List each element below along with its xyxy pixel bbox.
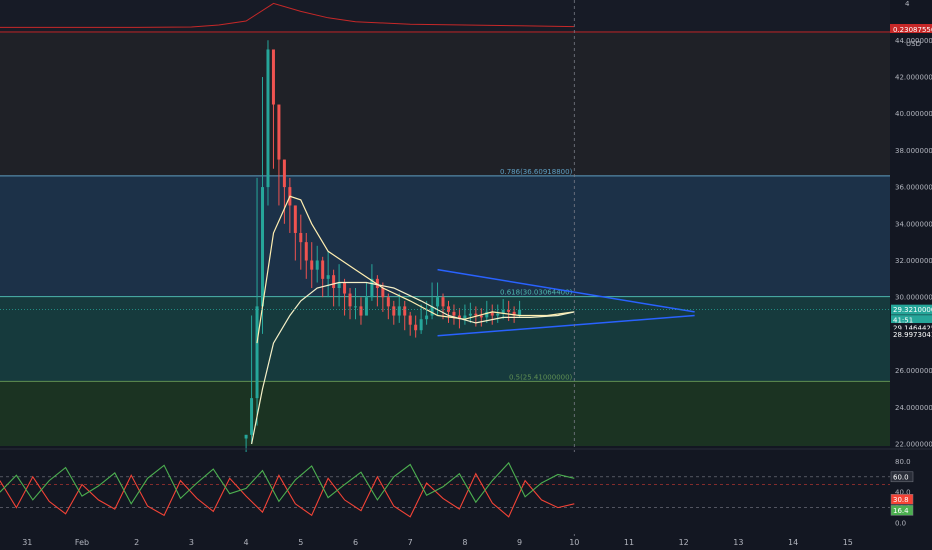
candle-body: [419, 319, 423, 331]
fib-zone-0786: [0, 175, 890, 297]
candle-body: [468, 313, 472, 316]
candle-body: [266, 49, 270, 188]
candle-body: [293, 205, 297, 233]
candle-body: [315, 260, 319, 270]
time-tick-label: 2: [134, 538, 139, 547]
time-tick-label: 14: [788, 538, 798, 547]
price-tick-label: 32.00000000: [895, 257, 932, 265]
time-tick-label: 15: [843, 538, 853, 547]
candle-body: [397, 306, 401, 316]
price-tick-label: 38.00000000: [895, 147, 932, 155]
candle-body: [425, 315, 429, 320]
candle-body: [255, 306, 259, 399]
time-tick-label: 3: [189, 538, 194, 547]
candle-body: [436, 297, 440, 307]
time-tick-label: 5: [298, 538, 303, 547]
candle-body: [479, 315, 483, 318]
candle-body: [261, 187, 265, 307]
ratio-value-tag: 0.23087556: [890, 24, 932, 34]
time-tick-label: 31: [22, 538, 32, 547]
candle-body: [441, 297, 445, 307]
price-tick-label: 36.00000000: [895, 184, 932, 192]
candle-body: [348, 293, 352, 307]
price-tick-label: 26.00000000: [895, 367, 932, 375]
candle-body: [518, 309, 522, 316]
rsi-pane-background: [0, 452, 890, 533]
candle-body: [354, 306, 357, 308]
rsi-tag-text: 30.8: [893, 496, 909, 504]
rsi-tick-label: 80.0: [895, 458, 911, 466]
price-tag: 29.32100000: [891, 304, 932, 315]
rsi-tag-text: 16.4: [893, 507, 909, 515]
candle-body: [507, 310, 511, 312]
price-axis-background: [890, 33, 932, 446]
rsi-pane[interactable]: 80.060.040.020.00.060.030.816.4: [0, 448, 932, 533]
candle-body: [304, 242, 308, 261]
price-tag-text: 28.99730417: [893, 331, 932, 339]
time-tick-label: Feb: [75, 538, 89, 547]
candle-body: [343, 282, 347, 294]
fib-zone-05: [0, 381, 890, 446]
candle-body: [332, 275, 336, 289]
time-tick-label: 6: [353, 538, 358, 547]
candle-body: [408, 315, 412, 325]
time-tick-label: 4: [244, 538, 249, 547]
rsi-tick-label: 0.0: [895, 520, 906, 528]
candle-body: [359, 306, 363, 316]
candle-body: [403, 306, 407, 316]
price-tick-label: 22.00000000: [895, 441, 932, 449]
price-tick-label: 24.00000000: [895, 404, 932, 412]
time-tick-label: 13: [733, 538, 743, 547]
time-tick-label: 7: [408, 538, 413, 547]
rsi-value-tag: 30.8: [890, 494, 914, 505]
ratio-pane[interactable]: 0.23087556: [0, 0, 932, 34]
candle-body: [326, 275, 330, 279]
candle-body: [474, 313, 478, 316]
candle-body: [414, 324, 418, 331]
price-axis[interactable]: 44.0000000042.0000000040.0000000038.0000…: [890, 33, 932, 449]
candle: [266, 40, 270, 206]
candle-body: [250, 398, 254, 435]
rsi-value-tag: 16.4: [890, 505, 914, 516]
price-tick-label: 40.00000000: [895, 110, 932, 118]
chart-canvas[interactable]: 0.23087556 0.786(36.60918800)0.618(30.03…: [0, 0, 932, 550]
candle-body: [271, 49, 275, 105]
time-tick-label: 12: [679, 538, 689, 547]
time-tick-label: 11: [624, 538, 634, 547]
fib-label-2: 0.5(25.41000000): [509, 373, 573, 381]
rsi-tag-text: 60.0: [893, 473, 909, 481]
candle-body: [386, 297, 390, 307]
fib-label-0: 0.786(36.60918800): [500, 168, 573, 176]
time-tick-label: 9: [517, 538, 522, 547]
candle-body: [321, 260, 325, 279]
price-tick-label: 30.00000000: [895, 294, 932, 302]
candle-body: [299, 232, 303, 243]
candle-body: [452, 311, 456, 316]
time-tick-label: 10: [569, 538, 579, 547]
candle-body: [364, 297, 368, 316]
price-tag: 28.99730417: [891, 329, 932, 340]
price-tick-label: 34.00000000: [895, 220, 932, 228]
candle-body: [277, 104, 281, 160]
price-tag-text: 29.32100000: [893, 306, 932, 314]
candle-body: [381, 288, 385, 298]
time-tick-label: 8: [462, 538, 467, 547]
candle-body: [282, 159, 286, 188]
candle-body: [244, 434, 248, 439]
rsi-value-tag: 60.0: [890, 471, 914, 483]
candle-body: [310, 260, 314, 270]
ratio-axis-top-label: 4: [905, 0, 910, 8]
candle-body: [496, 313, 500, 316]
ratio-tag-text: 0.23087556: [893, 26, 932, 34]
currency-label: USD: [906, 40, 921, 48]
price-tick-label: 42.00000000: [895, 74, 932, 82]
candle-body: [446, 306, 450, 312]
time-axis[interactable]: 31 Feb 2 3 4 5 6 7 8 9 10 11 12 13 14 15: [0, 536, 932, 550]
candle-body: [392, 306, 396, 316]
